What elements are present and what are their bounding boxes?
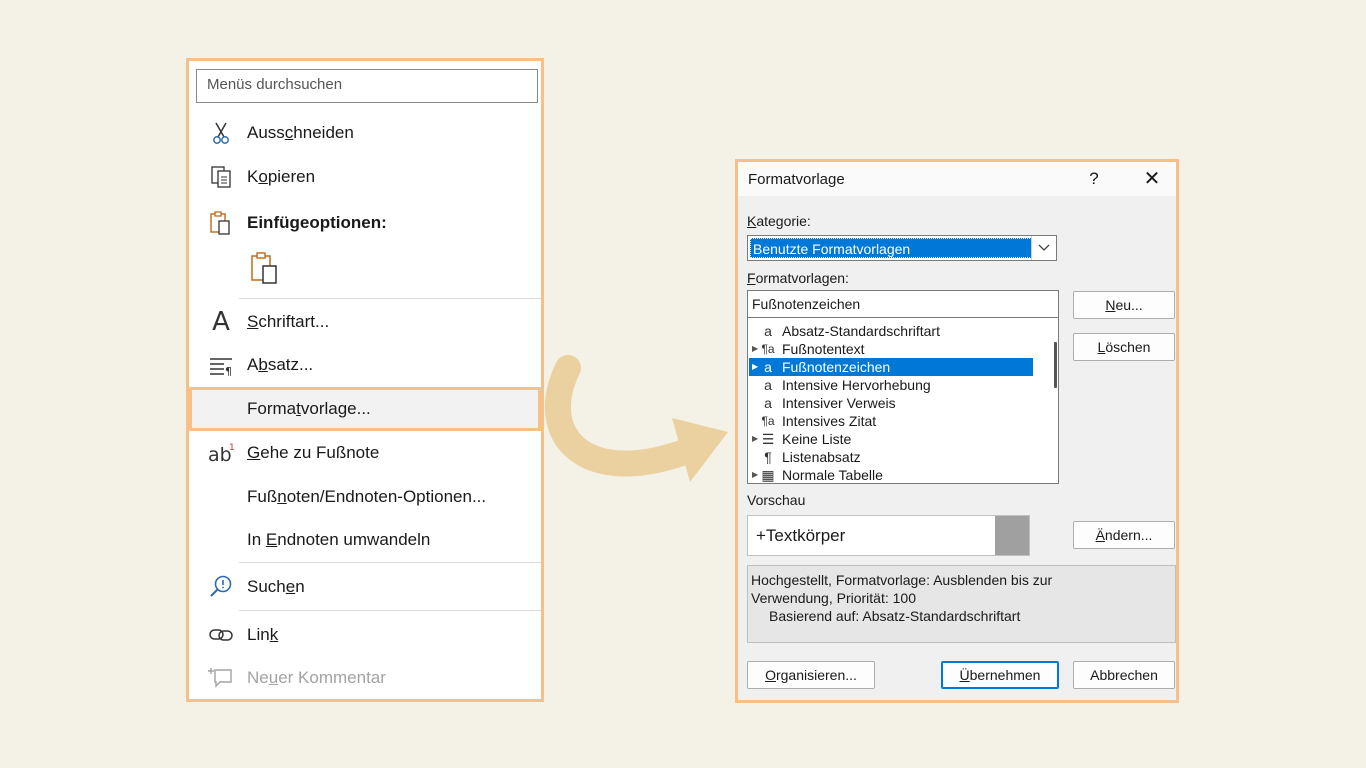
table-style-icon: ▦ (761, 467, 775, 483)
preview-swatch (995, 516, 1029, 555)
paragraph-style-icon: ¶ (764, 449, 772, 465)
menu-item-style[interactable]: Formatvorlage... (189, 389, 541, 429)
preview-label: Vorschau (747, 492, 806, 508)
list-scrollbar[interactable] (1054, 342, 1057, 388)
menu-item-paste-options: Einfügeoptionen: (189, 203, 541, 243)
character-style-icon: a (764, 323, 772, 339)
organize-button[interactable]: Organisieren... (747, 661, 875, 689)
menu-item-paragraph[interactable]: ¶ Absatz... (189, 345, 541, 385)
list-style-icon: ☰ (761, 431, 775, 447)
curved-arrow-icon (545, 355, 728, 482)
context-menu: Menüs durchsuchen Ausschneiden Kopieren … (186, 58, 544, 702)
paste-icon (207, 209, 235, 237)
linked-style-icon: ¶a (761, 342, 775, 356)
menu-separator (239, 610, 541, 611)
character-style-icon: a (764, 377, 772, 393)
new-style-button[interactable]: Neu... (1073, 291, 1175, 319)
svg-text:¶: ¶ (225, 365, 232, 376)
list-item[interactable]: ¶a Intensives Zitat (749, 412, 1033, 430)
list-item[interactable]: a Absatz-Standardschriftart (749, 322, 1033, 340)
style-description: Hochgestellt, Formatvorlage: Ausblenden … (747, 565, 1176, 643)
list-item[interactable]: ▶ ▦ Normale Tabelle (749, 466, 1033, 484)
paste-keep-formatting-button[interactable] (247, 249, 281, 287)
menu-item-search[interactable]: Suchen (189, 567, 541, 607)
footnote-icon: ab 1 (207, 439, 235, 467)
new-comment-icon (207, 664, 235, 692)
delete-style-button[interactable]: Löschen (1073, 333, 1175, 361)
character-style-icon: a (764, 359, 772, 375)
link-icon (207, 621, 235, 649)
menu-separator (239, 562, 541, 563)
menu-search-input[interactable]: Menüs durchsuchen (196, 69, 538, 103)
chevron-down-icon[interactable] (1031, 236, 1056, 260)
menu-item-link[interactable]: Link (189, 615, 541, 655)
paste-icon (251, 252, 277, 284)
paragraph-icon: ¶ (207, 351, 235, 379)
menu-item-cut[interactable]: Ausschneiden (189, 113, 541, 153)
style-dialog: Formatvorlage ? ✕ Kategorie: Benutzte Fo… (735, 159, 1179, 703)
menu-item-font[interactable]: A Schriftart... (189, 302, 541, 342)
close-button[interactable]: ✕ (1140, 166, 1164, 191)
linked-style-icon: ¶a (761, 414, 775, 428)
list-item[interactable]: ¶ Listenabsatz (749, 448, 1033, 466)
dialog-title: Formatvorlage (748, 171, 845, 188)
list-item[interactable]: ▶ ¶a Fußnotentext (749, 340, 1033, 358)
category-select[interactable]: Benutzte Formatvorlagen (747, 235, 1057, 261)
help-button[interactable]: ? (1084, 169, 1104, 189)
list-item[interactable]: a Intensiver Verweis (749, 394, 1033, 412)
smart-lookup-icon (207, 573, 235, 601)
category-value: Benutzte Formatvorlagen (750, 238, 1032, 258)
copy-icon (207, 163, 235, 191)
dialog-titlebar: Formatvorlage ? ✕ (738, 162, 1176, 196)
category-label: Kategorie: (747, 213, 811, 229)
cancel-button[interactable]: Abbrechen (1073, 661, 1175, 689)
modify-style-button[interactable]: Ändern... (1073, 521, 1175, 549)
menu-item-copy[interactable]: Kopieren (189, 157, 541, 197)
close-icon: ✕ (1143, 168, 1161, 190)
menu-item-new-comment: Neuer Kommentar (189, 658, 541, 698)
list-item[interactable]: ▶ ☰ Keine Liste (749, 430, 1033, 448)
font-icon: A (212, 307, 230, 337)
style-list[interactable]: a Absatz-Standardschriftart ▶ ¶a Fußnotente… (747, 318, 1059, 484)
menu-separator (239, 298, 541, 299)
menu-item-goto-footnote[interactable]: ab 1 Gehe zu Fußnote (189, 433, 541, 473)
menu-item-convert-endnotes[interactable]: In Endnoten umwandeln (189, 520, 541, 560)
svg-text:1: 1 (229, 443, 235, 453)
apply-button[interactable]: Übernehmen (941, 661, 1059, 689)
style-preview: +Textkörper (747, 515, 1030, 556)
styles-label: Formatvorlagen: (747, 270, 849, 286)
style-name-input[interactable]: Fußnotenzeichen (747, 290, 1059, 318)
list-item-selected[interactable]: ▶ a Fußnotenzeichen (749, 358, 1033, 376)
scissors-icon (207, 119, 235, 147)
list-item[interactable]: a Intensive Hervorhebung (749, 376, 1033, 394)
character-style-icon: a (764, 395, 772, 411)
menu-item-footnote-options[interactable]: Fußnoten/Endnoten-Optionen... (189, 477, 541, 517)
